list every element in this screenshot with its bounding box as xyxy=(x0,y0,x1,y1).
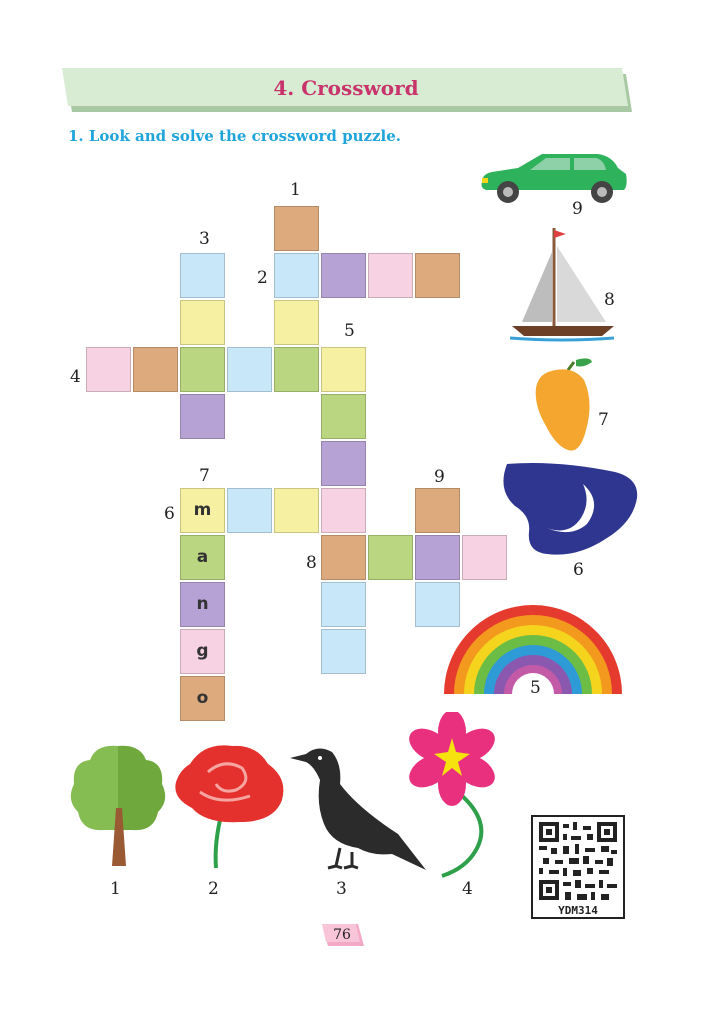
picture-number: 7 xyxy=(598,410,609,430)
picture-number: 4 xyxy=(462,879,473,899)
qr-code-box[interactable]: YDM314 xyxy=(531,815,625,919)
clue-number: 5 xyxy=(344,321,355,341)
instruction-text: 1. Look and solve the crossword puzzle. xyxy=(68,127,401,145)
qr-code-icon xyxy=(539,822,617,900)
clue-number: 4 xyxy=(70,367,81,387)
crossword-cell[interactable] xyxy=(274,300,319,345)
crossword-cell[interactable] xyxy=(133,347,178,392)
crossword-cell[interactable] xyxy=(274,206,319,251)
picture-number: 6 xyxy=(573,560,584,580)
picture-number: 2 xyxy=(208,879,219,899)
crossword-cell[interactable]: m xyxy=(180,488,225,533)
crossword-cell[interactable] xyxy=(274,488,319,533)
crossword-cell[interactable] xyxy=(274,347,319,392)
rose-icon xyxy=(175,745,284,869)
crossword-cell[interactable] xyxy=(321,347,366,392)
clue-number: 6 xyxy=(164,504,175,524)
moon-icon xyxy=(503,463,638,555)
crossword-cell[interactable] xyxy=(368,535,413,580)
mango-icon xyxy=(535,358,592,451)
crossword-cell[interactable]: a xyxy=(180,535,225,580)
crossword-cell[interactable] xyxy=(321,441,366,486)
crossword-cell[interactable] xyxy=(227,488,272,533)
crossword-cell[interactable] xyxy=(415,488,460,533)
crossword-cell[interactable]: g xyxy=(180,629,225,674)
page-title: 4. Crossword xyxy=(273,76,419,100)
crossword-cell[interactable] xyxy=(321,629,366,674)
picture-number: 5 xyxy=(530,678,541,698)
picture-number: 1 xyxy=(110,879,121,899)
crossword-letter: a xyxy=(196,547,209,567)
crossword-letter: n xyxy=(196,594,209,614)
crossword-letter: m xyxy=(193,500,212,520)
crossword-cell[interactable] xyxy=(321,535,366,580)
picture-number: 8 xyxy=(604,290,615,310)
clue-number: 8 xyxy=(306,553,317,573)
crossword-cell[interactable] xyxy=(180,394,225,439)
crossword-cell[interactable] xyxy=(415,253,460,298)
crossword-letter: g xyxy=(196,641,209,661)
picture-number: 3 xyxy=(336,879,347,899)
car-icon xyxy=(481,154,627,203)
crossword-cell[interactable] xyxy=(86,347,131,392)
crossword-cell[interactable]: o xyxy=(180,676,225,721)
crossword-cell[interactable] xyxy=(368,253,413,298)
qr-code-label: YDM314 xyxy=(558,904,598,917)
crossword-cell[interactable] xyxy=(180,347,225,392)
crossword-cell[interactable] xyxy=(180,300,225,345)
crossword-cell[interactable] xyxy=(321,582,366,627)
clue-number: 3 xyxy=(199,229,210,249)
sailboat-icon xyxy=(510,228,614,342)
crossword-cell[interactable] xyxy=(274,253,319,298)
picture-number: 9 xyxy=(572,199,583,219)
crossword-cell[interactable] xyxy=(227,347,272,392)
clue-number: 9 xyxy=(434,467,445,487)
crossword-cell[interactable]: n xyxy=(180,582,225,627)
crossword-letter: o xyxy=(196,688,209,708)
tree-icon xyxy=(70,745,166,866)
crossword-cell[interactable] xyxy=(415,535,460,580)
crossword-cell[interactable] xyxy=(321,488,366,533)
chapter-banner: 4. Crossword xyxy=(60,66,632,114)
clue-number: 1 xyxy=(290,180,301,200)
crossword-cell[interactable] xyxy=(321,394,366,439)
clue-number: 7 xyxy=(199,466,210,486)
clue-number: 2 xyxy=(257,268,268,288)
page-number: 76 xyxy=(333,927,351,943)
crossword-cell[interactable] xyxy=(321,253,366,298)
crossword-cell[interactable] xyxy=(180,253,225,298)
flower-icon xyxy=(409,712,495,878)
page-number-badge: 76 xyxy=(320,922,364,948)
